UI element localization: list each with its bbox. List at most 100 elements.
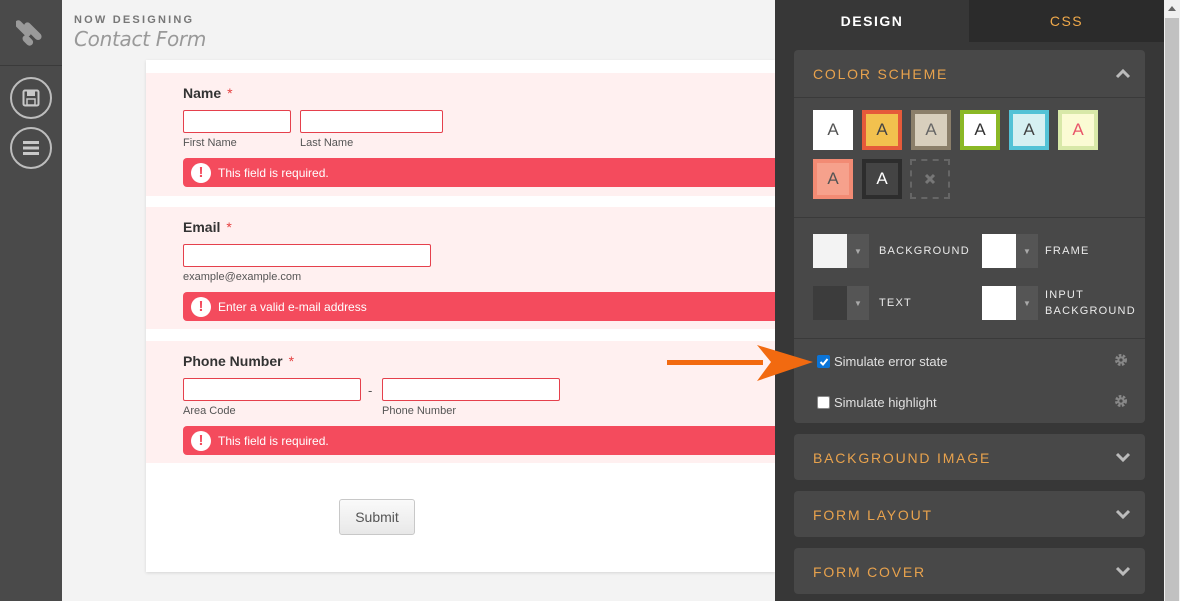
simulate-highlight-checkbox[interactable] (817, 396, 830, 409)
dropdown-arrow-icon: ▼ (847, 286, 869, 320)
color-preview (813, 234, 847, 268)
first-name-input[interactable] (183, 110, 291, 133)
background-label: BACKGROUND (879, 245, 970, 257)
divider (794, 97, 1145, 98)
error-exclamation-icon: ! (191, 162, 211, 183)
chevron-down-icon (1115, 566, 1131, 577)
color-scheme-swatch[interactable]: A (960, 110, 1000, 150)
color-scheme-title: COLOR SCHEME (813, 65, 949, 82)
divider (794, 338, 1145, 339)
name-error-message: ! This field is required. (183, 158, 775, 187)
frame-label: FRAME (1045, 245, 1090, 257)
scrollbar-thumb[interactable] (1165, 18, 1179, 601)
error-exclamation-icon: ! (191, 296, 211, 317)
simulate-error-checkbox[interactable] (817, 355, 830, 368)
chevron-down-icon (1115, 509, 1131, 520)
email-error-message: ! Enter a valid e-mail address (183, 292, 775, 321)
page-header: NOW DESIGNING Contact Form (62, 0, 775, 60)
text-color-picker[interactable]: ▼ (813, 286, 869, 320)
form-cover-header[interactable]: FORM COVER (794, 548, 1145, 595)
simulate-highlight-row: Simulate highlight (817, 395, 937, 410)
now-designing-label: NOW DESIGNING (74, 14, 195, 26)
phone-error-message: ! This field is required. (183, 426, 775, 455)
form-preview: Name * First Name Last Name ! This field … (146, 60, 775, 572)
form-cover-title: FORM COVER (813, 563, 926, 580)
save-button[interactable] (10, 77, 52, 119)
frame-color-picker[interactable]: ▼ (982, 234, 1038, 268)
required-asterisk: * (226, 219, 232, 235)
x-icon (924, 173, 936, 185)
hamburger-icon (23, 141, 39, 155)
phone-dash: - (368, 383, 373, 398)
chevron-down-icon (1115, 452, 1131, 463)
name-error-text: This field is required. (218, 165, 329, 180)
color-scheme-swatch[interactable]: A (813, 110, 853, 150)
color-scheme-section: COLOR SCHEME AAAAAAAA ▼ BACKGROUND ▼ FRA… (794, 50, 1145, 423)
color-scheme-swatch[interactable]: A (1009, 110, 1049, 150)
text-label: TEXT (879, 297, 912, 309)
required-asterisk: * (288, 353, 295, 369)
error-exclamation-icon: ! (191, 430, 211, 451)
input-background-label: INPUT BACKGROUND (1045, 289, 1136, 317)
dropdown-arrow-icon: ▼ (1016, 234, 1038, 268)
area-code-sublabel: Area Code (183, 405, 236, 417)
background-color-picker[interactable]: ▼ (813, 234, 869, 268)
email-field-group: Email * example@example.com ! Enter a val… (146, 207, 775, 329)
background-image-header[interactable]: BACKGROUND IMAGE (794, 434, 1145, 481)
phone-number-input[interactable] (382, 378, 560, 401)
no-scheme-swatch[interactable] (910, 159, 950, 199)
background-image-title: BACKGROUND IMAGE (813, 449, 992, 466)
floppy-disk-icon (22, 89, 40, 107)
color-preview (982, 286, 1016, 320)
required-asterisk: * (227, 85, 233, 101)
color-preview (982, 234, 1016, 268)
email-label: Email * (183, 219, 232, 235)
panel-tabs: DESIGN CSS (775, 0, 1164, 42)
form-cover-section: FORM COVER (794, 548, 1145, 594)
dropdown-arrow-icon: ▼ (1016, 286, 1038, 320)
form-layout-title: FORM LAYOUT (813, 506, 933, 523)
menu-button[interactable] (10, 127, 52, 169)
last-name-input[interactable] (300, 110, 443, 133)
email-error-text: Enter a valid e-mail address (218, 299, 367, 314)
color-scheme-swatch[interactable]: A (911, 110, 951, 150)
simulate-highlight-label[interactable]: Simulate highlight (834, 395, 937, 410)
tab-css[interactable]: CSS (969, 0, 1164, 42)
color-scheme-swatch[interactable]: A (813, 159, 853, 199)
tab-design[interactable]: DESIGN (775, 0, 969, 42)
scroll-up-arrow-icon[interactable] (1164, 0, 1180, 17)
gear-icon[interactable] (1114, 353, 1128, 367)
color-scheme-swatch[interactable]: A (862, 110, 902, 150)
form-title[interactable]: Contact Form (74, 27, 206, 51)
name-field-group: Name * First Name Last Name ! This field … (146, 73, 775, 196)
email-sublabel: example@example.com (183, 271, 302, 283)
color-scheme-swatch[interactable]: A (1058, 110, 1098, 150)
checkmark-icon (819, 357, 828, 366)
phone-number-sublabel: Phone Number (382, 405, 456, 417)
color-scheme-header[interactable]: COLOR SCHEME (794, 50, 1145, 97)
dropdown-arrow-icon: ▼ (847, 234, 869, 268)
phone-label: Phone Number * (183, 353, 295, 369)
name-label: Name * (183, 85, 233, 101)
input-background-color-picker[interactable]: ▼ (982, 286, 1038, 320)
simulate-error-label[interactable]: Simulate error state (834, 354, 947, 369)
color-preview (813, 286, 847, 320)
form-layout-header[interactable]: FORM LAYOUT (794, 491, 1145, 538)
gear-icon[interactable] (1114, 394, 1128, 408)
design-panel: DESIGN CSS COLOR SCHEME AAAAAAAA ▼ BACKG… (775, 0, 1164, 601)
first-name-sublabel: First Name (183, 137, 237, 149)
app-logo[interactable] (0, 0, 62, 66)
submit-button[interactable]: Submit (339, 499, 415, 535)
background-image-section: BACKGROUND IMAGE (794, 434, 1145, 480)
form-layout-section: FORM LAYOUT (794, 491, 1145, 537)
email-input[interactable] (183, 244, 431, 267)
divider (794, 217, 1145, 218)
logo-icon (16, 19, 42, 46)
phone-error-text: This field is required. (218, 433, 329, 448)
color-scheme-swatch[interactable]: A (862, 159, 902, 199)
simulate-error-row: Simulate error state (817, 354, 947, 369)
area-code-input[interactable] (183, 378, 361, 401)
last-name-sublabel: Last Name (300, 137, 354, 149)
left-rail (0, 0, 62, 601)
annotation-arrow-icon (667, 345, 813, 381)
